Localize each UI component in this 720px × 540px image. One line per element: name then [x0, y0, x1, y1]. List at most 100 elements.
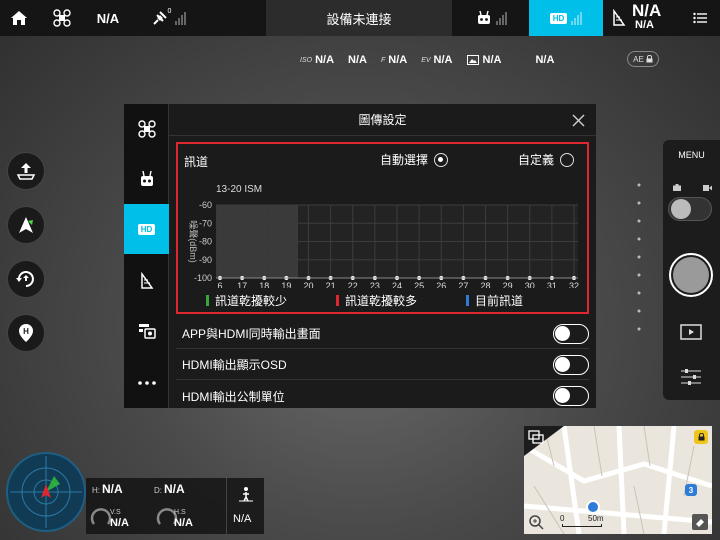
- remote-controller-icon: [140, 170, 153, 186]
- chart-x-tick: 17: [237, 281, 247, 288]
- chart-x-tick: 19: [281, 281, 291, 288]
- sidebar-item-hd-transmission[interactable]: HD: [124, 204, 169, 254]
- aperture-value: N/A: [388, 54, 408, 66]
- battery-readout: N/A N/A: [632, 2, 672, 34]
- satellite-icon: [152, 11, 167, 25]
- chart-x-tick: 18: [259, 281, 269, 288]
- sidebar-item-more[interactable]: [124, 358, 169, 408]
- toggle-row-hdmi-osd: HDMI輸出顯示OSD: [176, 350, 589, 380]
- scale-line: [562, 524, 602, 527]
- chart-x-tick: 31: [547, 281, 557, 288]
- auto-select-option[interactable]: 自動選擇: [380, 151, 449, 168]
- remote-controller-icon: [477, 10, 490, 24]
- custom-option[interactable]: 自定義: [518, 151, 575, 168]
- scale-label: 50m: [588, 514, 604, 523]
- legend-swatch-red: [336, 295, 339, 306]
- map-clear-button[interactable]: [692, 514, 708, 530]
- channel-label: 訊道: [184, 155, 209, 169]
- distance-value: N/A: [164, 482, 185, 496]
- hs-label: H.S: [174, 509, 186, 516]
- map-lock-button[interactable]: [694, 430, 708, 444]
- chart-x-tick: 30: [525, 281, 535, 288]
- shutter-value: N/A: [348, 54, 367, 66]
- custom-label: 自定義: [518, 153, 555, 167]
- battery-icon[interactable]: [606, 0, 632, 36]
- lock-icon: [646, 55, 653, 63]
- close-button[interactable]: [568, 110, 588, 130]
- flight-mode-value[interactable]: N/A: [88, 0, 128, 36]
- chart-x-tick: 22: [348, 281, 358, 288]
- chart-y-tick: -60: [199, 200, 212, 210]
- chart-x-tick: 25: [414, 281, 424, 288]
- return-home-icon: [16, 271, 34, 287]
- altitude-person-icon: [239, 487, 253, 502]
- settings-sidebar: HD: [124, 104, 169, 408]
- ae-lock-button[interactable]: AE: [627, 51, 659, 67]
- camera-small-icon: [673, 184, 681, 191]
- close-icon: [571, 113, 585, 127]
- hdmi-metric-toggle[interactable]: [553, 386, 589, 406]
- aircraft-status-icon[interactable]: [48, 0, 76, 36]
- intelligent-flight-button[interactable]: [7, 206, 45, 244]
- gps-count: 0: [167, 8, 172, 15]
- top-bar: N/A 0 設備未連接 HD N/A N/A: [0, 0, 720, 36]
- playback-button[interactable]: [680, 324, 702, 345]
- scale-zero: 0: [560, 514, 565, 523]
- shutter-button[interactable]: [669, 253, 713, 297]
- photo-video-switch[interactable]: [668, 197, 712, 221]
- chart-band-label: 13-20 ISM: [216, 184, 262, 195]
- attitude-radar[interactable]: [6, 452, 86, 532]
- chart-x-tick: 6: [217, 281, 222, 288]
- hd-signal[interactable]: HD: [529, 0, 603, 36]
- takeoff-icon: [16, 163, 36, 180]
- hd-signal-bars: [571, 11, 583, 25]
- route-badge: 3: [685, 484, 697, 496]
- altitude-extra: N/A: [226, 478, 264, 534]
- custom-radio[interactable]: [560, 152, 575, 167]
- sidebar-item-gimbal[interactable]: [124, 306, 169, 356]
- takeoff-button[interactable]: [7, 152, 45, 190]
- ev-label: EV: [421, 56, 431, 64]
- vertical-speed-gauge-icon: [90, 508, 112, 525]
- rc-signal[interactable]: [466, 0, 516, 36]
- settings-menu-button[interactable]: [684, 0, 716, 36]
- legend-swatch-blue: [466, 295, 469, 306]
- legend-low-interference: 訊道乾擾較少: [206, 292, 287, 309]
- chart-x-tick: 21: [326, 281, 336, 288]
- gps-signal[interactable]: 0: [146, 0, 192, 36]
- mini-map[interactable]: 3 0 50m: [524, 426, 712, 534]
- sidebar-item-aircraft[interactable]: [124, 104, 169, 154]
- map-scale-bar: 0 50m: [560, 514, 612, 530]
- toggle-row-hdmi-metric: HDMI輸出公制單位: [176, 381, 589, 411]
- dialog-title: 圖傳設定: [169, 104, 596, 136]
- svg-text:H: H: [23, 327, 29, 336]
- map-zoom-button[interactable]: [528, 514, 544, 530]
- list-menu-icon: [693, 12, 707, 24]
- home-button[interactable]: [0, 0, 38, 36]
- battery-icon: [140, 272, 153, 289]
- distance-label: D:: [154, 486, 162, 495]
- home-point-button[interactable]: H: [7, 314, 45, 352]
- legend-low-label: 訊道乾擾較少: [215, 294, 288, 308]
- switch-knob: [671, 199, 691, 219]
- auto-select-radio[interactable]: [434, 152, 449, 167]
- toggle-label-hdmi-osd: HDMI輸出顯示OSD: [182, 358, 287, 372]
- battery-voltage: N/A: [635, 19, 654, 31]
- camera-settings-button[interactable]: [680, 368, 702, 391]
- map-layers-icon[interactable]: [528, 430, 544, 444]
- gps-signal-bars: [175, 11, 187, 25]
- legend-current-label: 目前訊道: [475, 294, 524, 308]
- intelligent-flight-icon: [19, 217, 33, 233]
- return-home-button[interactable]: [7, 260, 45, 298]
- sidebar-item-remote-controller[interactable]: [124, 154, 169, 204]
- menu-button[interactable]: MENU: [663, 150, 720, 160]
- more-dots-icon: [137, 381, 156, 385]
- horizontal-speed-readout: H.S N/A: [156, 504, 206, 532]
- app-hdmi-toggle[interactable]: [553, 323, 589, 344]
- map-pin-home-icon: H: [19, 324, 33, 342]
- sidebar-item-battery[interactable]: [124, 256, 169, 306]
- distance-readout: D: N/A: [154, 482, 185, 496]
- hdmi-osd-toggle[interactable]: [553, 354, 589, 375]
- gimbal-icon: [138, 324, 156, 339]
- zoom-icon: [529, 515, 544, 530]
